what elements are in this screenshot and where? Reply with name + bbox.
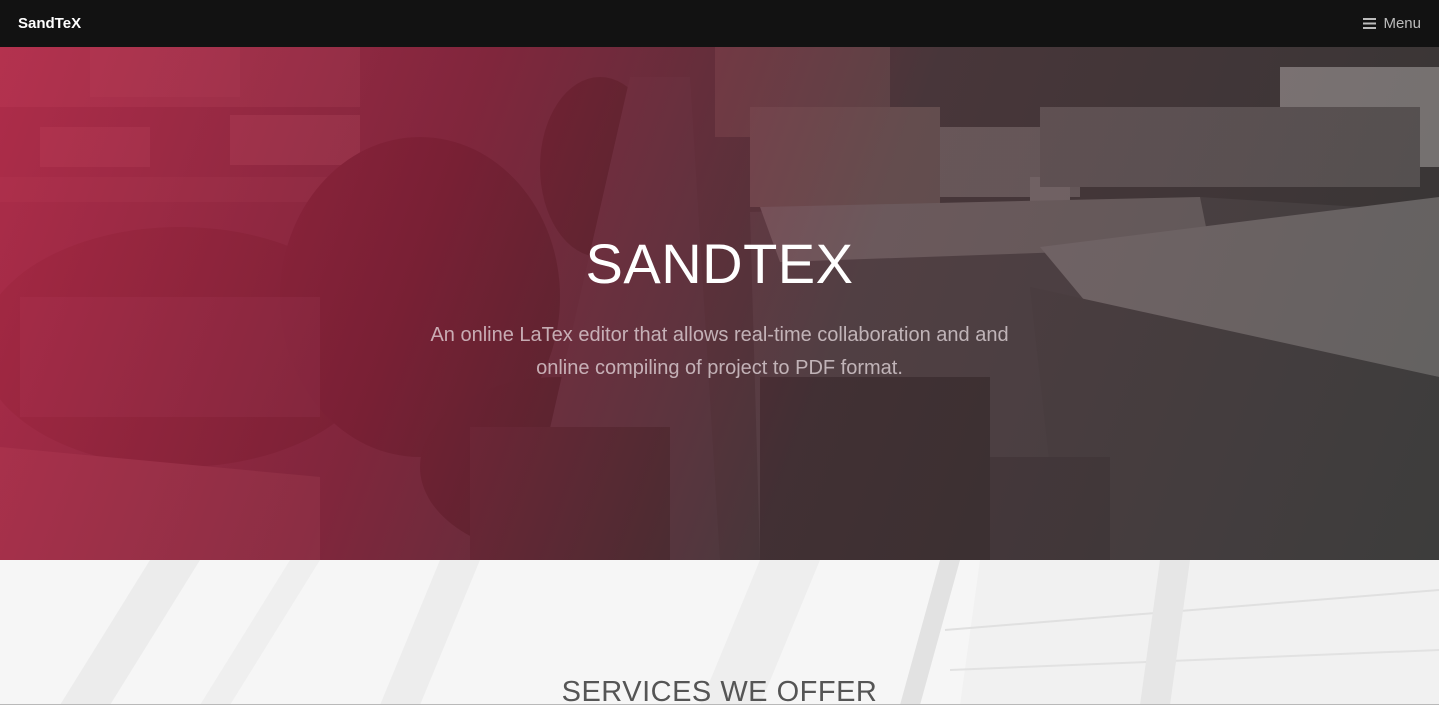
hero-content: SANDTEX An online LaTex editor that allo… [0, 229, 1439, 385]
brand-link[interactable]: SandTeX [18, 15, 81, 32]
services-section: SERVICES WE OFFER [0, 560, 1439, 705]
hero-subtitle: An online LaTex editor that allows real-… [430, 324, 1009, 379]
hero-title: SANDTEX [585, 232, 854, 295]
menu-button[interactable]: Menu [1363, 15, 1421, 32]
hero-section: SANDTEX An online LaTex editor that allo… [0, 47, 1439, 560]
services-heading: SERVICES WE OFFER [561, 676, 878, 705]
top-navbar: SandTeX Menu [0, 0, 1439, 47]
hamburger-icon [1363, 18, 1377, 29]
menu-label: Menu [1383, 15, 1421, 32]
